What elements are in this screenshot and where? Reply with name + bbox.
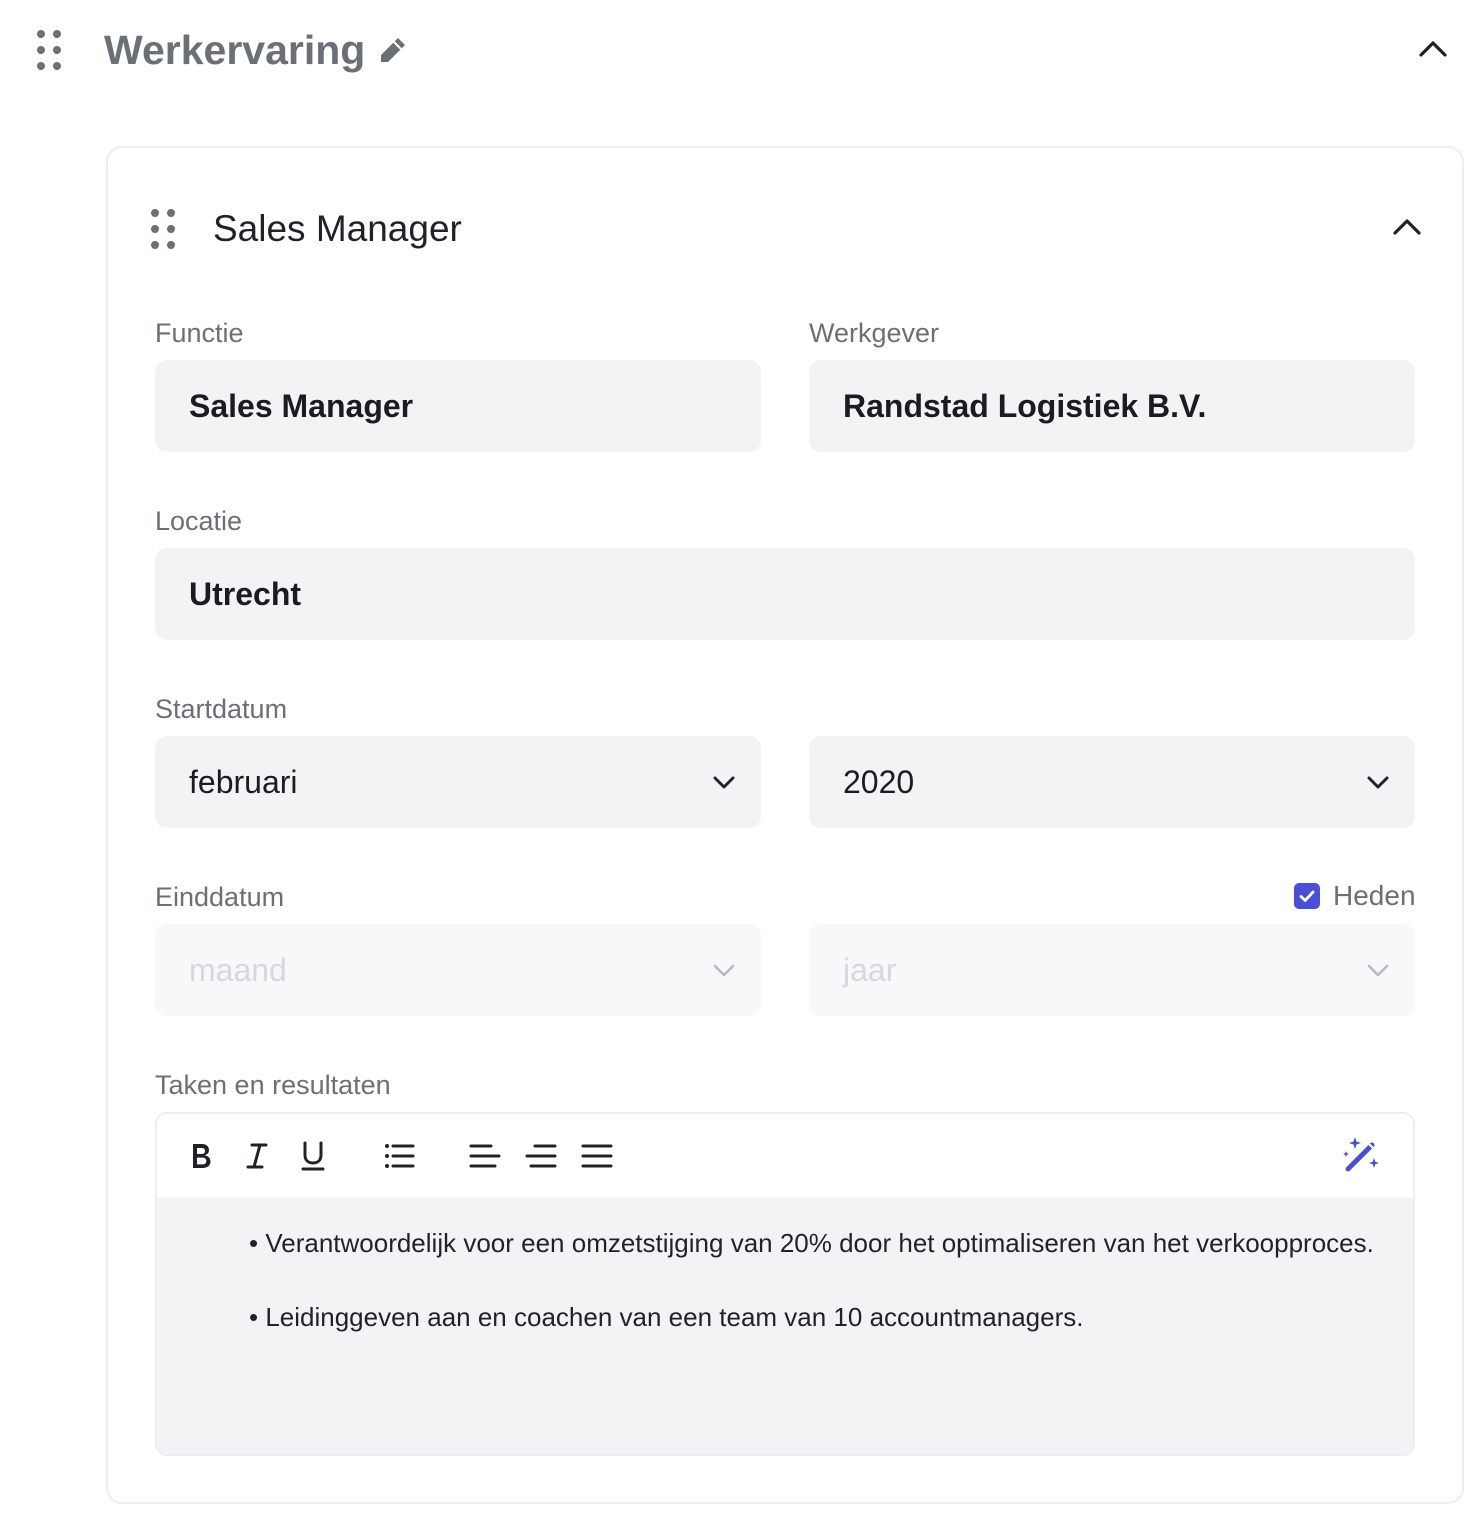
section-title: Werkervaring xyxy=(104,27,366,73)
chevron-down-icon xyxy=(713,776,735,789)
start-year-value: 2020 xyxy=(843,763,915,800)
end-month-select[interactable]: maand xyxy=(155,924,761,1016)
chevron-down-icon xyxy=(1367,964,1389,977)
end-year-select[interactable]: jaar xyxy=(809,924,1415,1016)
bold-icon[interactable] xyxy=(183,1138,219,1174)
heden-label: Heden xyxy=(1333,880,1416,911)
start-month-select[interactable]: februari xyxy=(155,736,761,828)
functie-label: Functie xyxy=(155,318,244,348)
werkgever-input[interactable]: Randstad Logistiek B.V. xyxy=(809,360,1415,452)
werkgever-label: Werkgever xyxy=(809,318,940,348)
locatie-value: Utrecht xyxy=(189,575,302,612)
list-item: • Verantwoordelijk voor een omzetstijgin… xyxy=(249,1228,1374,1258)
editor-content[interactable]: • Verantwoordelijk voor een omzetstijgin… xyxy=(157,1198,1413,1454)
align-left-icon[interactable] xyxy=(467,1138,503,1174)
tasks-editor: • Verantwoordelijk voor een omzetstijgin… xyxy=(155,1112,1415,1456)
section-collapse-chevron-up-icon[interactable] xyxy=(1416,34,1450,64)
start-year-select[interactable]: 2020 xyxy=(809,736,1415,828)
task-item-2: Leidinggeven aan en coachen van een team… xyxy=(265,1302,1084,1332)
werkgever-value: Randstad Logistiek B.V. xyxy=(843,387,1207,424)
checkmark-icon xyxy=(1299,890,1315,902)
task-item-1: Verantwoordelijk voor een omzetstijging … xyxy=(265,1228,1374,1258)
align-justify-icon[interactable] xyxy=(579,1138,615,1174)
magic-wand-icon[interactable] xyxy=(1341,1134,1383,1176)
functie-input[interactable]: Sales Manager xyxy=(155,360,761,452)
align-right-icon[interactable] xyxy=(523,1138,559,1174)
entry-drag-handle-icon[interactable] xyxy=(148,207,178,251)
italic-icon[interactable] xyxy=(239,1138,275,1174)
editor-toolbar xyxy=(157,1114,1413,1198)
underline-icon[interactable] xyxy=(295,1138,331,1174)
startdatum-label: Startdatum xyxy=(155,694,288,724)
einddatum-label: Einddatum xyxy=(155,882,285,912)
list-item: • Leidinggeven aan en coachen van een te… xyxy=(249,1302,1084,1332)
functie-value: Sales Manager xyxy=(189,387,414,424)
end-month-placeholder: maand xyxy=(189,951,287,988)
chevron-down-icon xyxy=(713,964,735,977)
locatie-label: Locatie xyxy=(155,506,243,536)
locatie-input[interactable]: Utrecht xyxy=(155,548,1415,640)
start-month-value: februari xyxy=(189,763,298,800)
pencil-icon[interactable] xyxy=(376,35,408,67)
bullet-list-icon[interactable] xyxy=(381,1138,417,1174)
heden-checkbox[interactable] xyxy=(1294,883,1320,909)
tasks-label: Taken en resultaten xyxy=(155,1070,391,1100)
section-drag-handle-icon[interactable] xyxy=(34,28,64,72)
entry-title: Sales Manager xyxy=(213,208,462,249)
entry-collapse-chevron-up-icon[interactable] xyxy=(1390,212,1424,242)
heden-toggle[interactable]: Heden xyxy=(1294,879,1416,913)
end-year-placeholder: jaar xyxy=(843,951,897,988)
chevron-down-icon xyxy=(1367,776,1389,789)
